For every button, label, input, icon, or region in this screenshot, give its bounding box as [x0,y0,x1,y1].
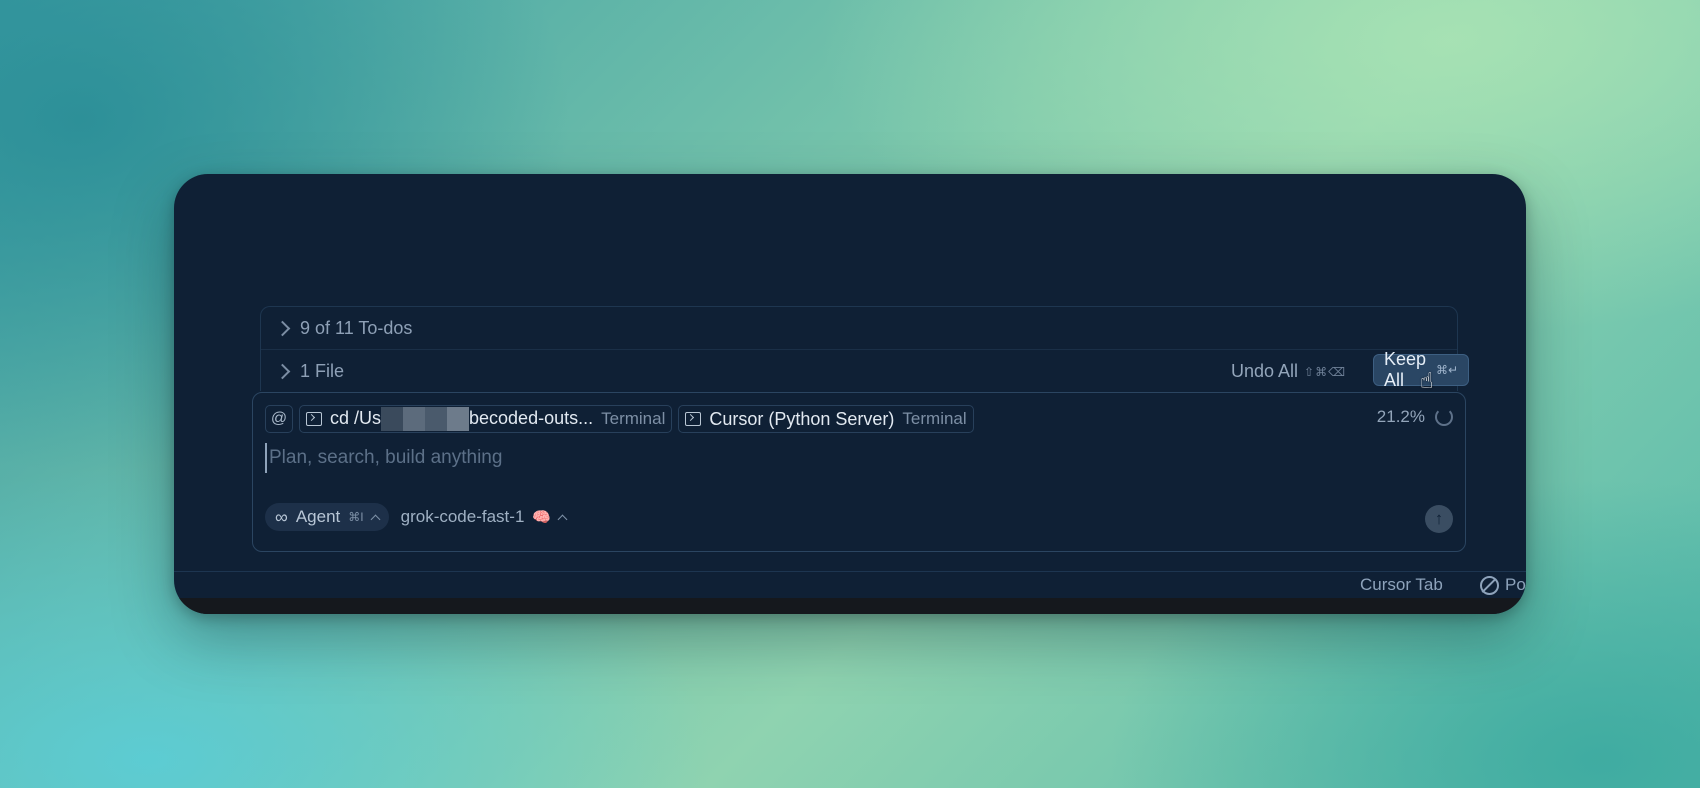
ban-icon [1480,575,1499,595]
files-label: 1 File [300,360,345,381]
chip-label: Cursor (Python Server) [709,408,895,429]
window-bottom-edge [174,598,1526,614]
chip-label-tail: becoded-outs... [469,407,594,428]
chevron-up-icon [370,514,381,524]
status-item-po[interactable]: Po [1480,575,1526,595]
chevron-right-icon [274,363,291,379]
todos-row[interactable]: 9 of 11 To-dos [261,307,1457,350]
brain-icon: 🧠 [532,509,552,526]
undo-all-button[interactable]: Undo All ⇧⌘⌫ [1231,361,1346,382]
chip-sublabel: Terminal [902,409,967,428]
terminal-icon [685,412,702,426]
at-icon: @ [270,410,288,427]
loading-spinner-icon [1435,408,1453,426]
send-button[interactable]: ↑ [1425,505,1453,533]
composer-controls: ∞ Agent ⌘I grok-code-fast-1 🧠 [265,503,568,531]
undo-all-shortcut: ⇧⌘⌫ [1304,364,1347,379]
context-usage: 21.2% [1377,407,1453,427]
chip-sublabel: Terminal [601,409,666,428]
status-po-label: Po [1505,575,1526,594]
status-bar: Cursor Tab Po [174,571,1526,599]
context-chip-terminal-2[interactable]: Cursor (Python Server) Terminal [678,405,974,433]
chevron-up-icon [557,514,568,524]
files-row[interactable]: 1 File Undo All ⇧⌘⌫ Keep All ⌘↵ [261,349,1470,392]
model-selector[interactable]: grok-code-fast-1 🧠 [400,507,568,527]
chevron-right-icon [274,320,291,336]
cursor-tab-status[interactable]: Cursor Tab [1360,575,1443,595]
keep-all-shortcut: ⌘↵ [1436,363,1459,377]
mention-button[interactable]: @ [265,405,293,433]
context-percent: 21.2% [1376,407,1425,426]
infinity-icon: ∞ [275,506,288,527]
editor-window: 9 of 11 To-dos 1 File Undo All ⇧⌘⌫ Keep … [174,174,1526,614]
agent-label: Agent [295,507,341,526]
model-label: grok-code-fast-1 [400,507,525,526]
redaction-blur [381,407,470,431]
context-chip-terminal-1[interactable]: cd /Us becoded-outs... Terminal [299,405,673,433]
agent-mode-selector[interactable]: ∞ Agent ⌘I [265,503,389,531]
chat-composer: @ cd /Us becoded-outs... Terminal Cursor … [252,392,1466,552]
chip-label: cd /Us [330,407,382,428]
arrow-up-icon: ↑ [1434,509,1444,528]
todos-label: 9 of 11 To-dos [300,317,413,338]
agent-shortcut: ⌘I [348,510,364,524]
pointer-hand-icon: ☝ [1420,368,1434,393]
review-panel: 9 of 11 To-dos 1 File Undo All ⇧⌘⌫ Keep … [260,306,1470,392]
undo-all-label: Undo All [1231,361,1299,381]
chat-input[interactable] [265,443,1171,473]
terminal-icon [306,412,322,426]
context-chips: @ cd /Us becoded-outs... Terminal Cursor … [265,405,974,433]
